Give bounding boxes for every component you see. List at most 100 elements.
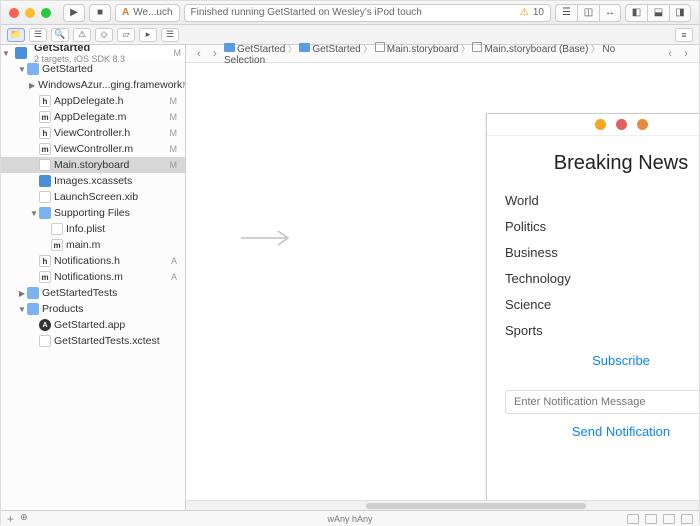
symbol-navigator-tab[interactable]: ☰ bbox=[29, 28, 47, 42]
test-navigator-tab[interactable]: ◇ bbox=[95, 28, 113, 42]
file-row[interactable]: GetStarted.app bbox=[1, 317, 185, 333]
file-name: LaunchScreen.xib bbox=[54, 191, 138, 203]
file-row[interactable]: hNotifications.hA bbox=[1, 253, 185, 269]
file-name: GetStarted.app bbox=[54, 319, 125, 331]
file-name: GetStarted bbox=[42, 63, 93, 75]
file-name: AppDelegate.h bbox=[54, 95, 123, 107]
m-icon: m bbox=[39, 271, 51, 283]
breadcrumb-item[interactable]: GetStarted bbox=[224, 44, 285, 55]
file-row[interactable]: hViewController.hM bbox=[1, 125, 185, 141]
scene-header bbox=[487, 114, 699, 136]
file-name: ViewController.m bbox=[54, 143, 133, 155]
file-name: Images.xcassets bbox=[54, 175, 132, 187]
file-row[interactable]: hAppDelegate.hM bbox=[1, 93, 185, 109]
issue-navigator-tab[interactable]: ⚠ bbox=[73, 28, 91, 42]
filter-button[interactable]: ⊕ bbox=[20, 512, 28, 526]
xib-icon bbox=[39, 191, 51, 203]
file-name: Info.plist bbox=[66, 223, 105, 235]
jump-prev-button[interactable]: ‹ bbox=[663, 48, 677, 60]
file-name: Notifications.h bbox=[54, 255, 120, 267]
window-traffic-lights bbox=[9, 8, 51, 18]
forward-button[interactable]: › bbox=[208, 48, 222, 60]
vc-icon[interactable] bbox=[595, 119, 606, 130]
file-name: Supporting Files bbox=[54, 207, 130, 219]
size-class-control[interactable]: wAny hAny bbox=[327, 514, 372, 524]
titlebar: ▶ ■ A We...uch Finished running GetStart… bbox=[1, 1, 699, 25]
version-editor-button[interactable]: ↔ bbox=[599, 4, 621, 22]
m-icon: m bbox=[39, 143, 51, 155]
file-row[interactable]: Main.storyboardM bbox=[1, 157, 185, 173]
breadcrumb-item[interactable]: GetStarted bbox=[299, 44, 360, 55]
back-button[interactable]: ‹ bbox=[192, 48, 206, 60]
category-row: Sports bbox=[505, 317, 699, 343]
project-root[interactable]: ▼ GetStarted 2 targets, iOS SDK 8.3 M bbox=[1, 45, 185, 61]
right-panel-toggle[interactable]: ◨ bbox=[669, 4, 691, 22]
find-navigator-tab[interactable]: 🔍 bbox=[51, 28, 69, 42]
title-label[interactable]: Breaking News bbox=[505, 152, 699, 175]
project-navigator: ▼ GetStarted 2 targets, iOS SDK 8.3 M ▼G… bbox=[1, 45, 186, 510]
standard-editor-button[interactable]: ☰ bbox=[555, 4, 577, 22]
assistant-editor-button[interactable]: ◫ bbox=[577, 4, 599, 22]
scm-status: A bbox=[171, 256, 181, 266]
category-row: Science bbox=[505, 291, 699, 317]
horizontal-scrollbar[interactable] bbox=[186, 500, 699, 510]
folder-icon bbox=[27, 63, 39, 75]
editor-mode-group: ☰ ◫ ↔ bbox=[555, 4, 621, 22]
category-label: Sports bbox=[505, 323, 543, 338]
debug-navigator-tab[interactable]: ▱ bbox=[117, 28, 135, 42]
file-row[interactable]: ▼Supporting Files bbox=[1, 205, 185, 221]
scm-status: M bbox=[170, 144, 182, 154]
app-icon bbox=[39, 319, 51, 331]
breadcrumb-item[interactable]: Main.storyboard (Base) bbox=[472, 44, 588, 55]
scheme-selector[interactable]: A We...uch bbox=[115, 4, 180, 22]
first-responder-icon[interactable] bbox=[616, 119, 627, 130]
send-notification-button[interactable]: Send Notification bbox=[505, 424, 699, 439]
bottom-panel-toggle[interactable]: ⬓ bbox=[647, 4, 669, 22]
bottom-bar: + ⊕ wAny hAny bbox=[1, 510, 699, 526]
close-icon[interactable] bbox=[9, 8, 19, 18]
exit-icon[interactable] bbox=[637, 119, 648, 130]
file-name: WindowsAzur...ging.framework bbox=[38, 79, 182, 91]
activity-viewer: Finished running GetStarted on Wesley's … bbox=[184, 4, 551, 22]
layout-toggle-4[interactable] bbox=[681, 514, 693, 524]
minimize-icon[interactable] bbox=[25, 8, 35, 18]
breakpoint-navigator-tab[interactable]: ▸ bbox=[139, 28, 157, 42]
file-name: GetStartedTests bbox=[42, 287, 117, 299]
file-row[interactable]: GetStartedTests.xctest bbox=[1, 333, 185, 349]
left-panel-toggle[interactable]: ◧ bbox=[625, 4, 647, 22]
file-row[interactable]: ▶WindowsAzur...ging.frameworkM bbox=[1, 77, 185, 93]
notification-text-field[interactable] bbox=[505, 390, 699, 414]
layout-toggle-2[interactable] bbox=[645, 514, 657, 524]
layout-toggle-1[interactable] bbox=[627, 514, 639, 524]
file-name: AppDelegate.m bbox=[54, 111, 126, 123]
jump-bar: ‹ › GetStarted 〉 GetStarted 〉 Main.story… bbox=[186, 45, 699, 63]
add-button[interactable]: + bbox=[7, 512, 14, 526]
category-label: Science bbox=[505, 297, 551, 312]
report-navigator-tab[interactable]: ☰ bbox=[161, 28, 179, 42]
file-row[interactable]: Info.plist bbox=[1, 221, 185, 237]
file-row[interactable]: mAppDelegate.mM bbox=[1, 109, 185, 125]
zoom-icon[interactable] bbox=[41, 8, 51, 18]
file-row[interactable]: Images.xcassets bbox=[1, 173, 185, 189]
file-row[interactable]: LaunchScreen.xib bbox=[1, 189, 185, 205]
layout-toggle-3[interactable] bbox=[663, 514, 675, 524]
xctest-icon bbox=[39, 335, 51, 347]
stop-button[interactable]: ■ bbox=[89, 4, 111, 22]
file-row[interactable]: ▶GetStartedTests bbox=[1, 285, 185, 301]
file-row[interactable]: ▼Products bbox=[1, 301, 185, 317]
sb-icon bbox=[39, 159, 51, 171]
outline-toggle[interactable]: ≡ bbox=[675, 28, 693, 42]
project-navigator-tab[interactable]: 📁 bbox=[7, 28, 25, 42]
file-row[interactable]: mmain.m bbox=[1, 237, 185, 253]
run-button[interactable]: ▶ bbox=[63, 4, 85, 22]
breadcrumb-item[interactable]: Main.storyboard bbox=[375, 44, 459, 55]
storyboard-canvas[interactable]: Breaking News WorldPoliticsBusinessTechn… bbox=[186, 63, 699, 500]
scm-status: M bbox=[170, 112, 182, 122]
subscribe-button[interactable]: Subscribe bbox=[505, 353, 699, 368]
file-name: main.m bbox=[66, 239, 100, 251]
file-row[interactable]: mNotifications.mA bbox=[1, 269, 185, 285]
view-controller-scene[interactable]: Breaking News WorldPoliticsBusinessTechn… bbox=[486, 113, 699, 500]
file-row[interactable]: mViewController.m M bbox=[1, 141, 185, 157]
scrollbar-thumb[interactable] bbox=[366, 503, 586, 509]
jump-next-button[interactable]: › bbox=[679, 48, 693, 60]
